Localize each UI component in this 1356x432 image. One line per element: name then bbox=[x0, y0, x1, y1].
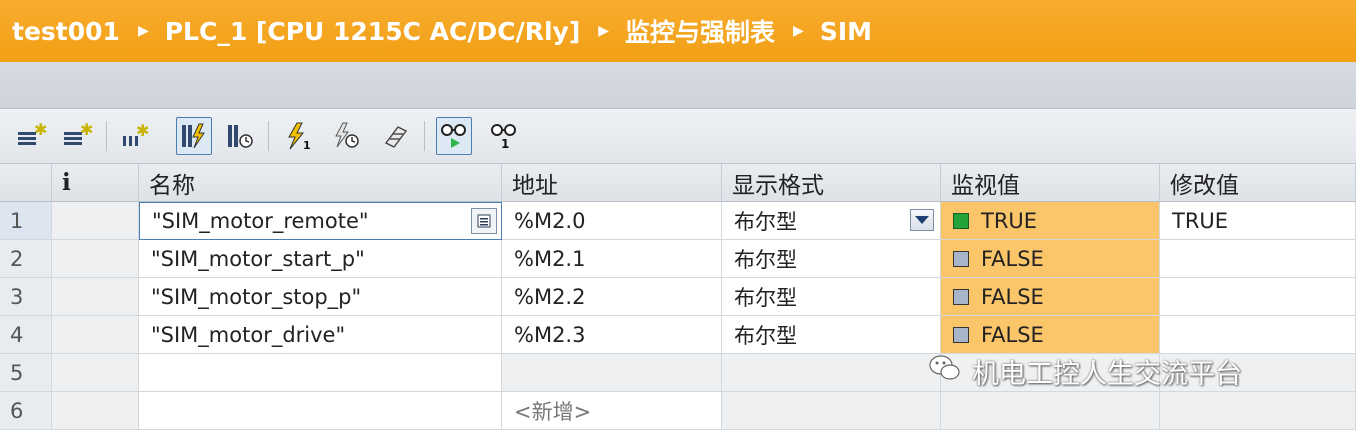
force-icon[interactable]: 1 bbox=[280, 117, 316, 155]
row-info-cell bbox=[52, 202, 139, 240]
name-cell[interactable]: "SIM_motor_stop_p" bbox=[139, 278, 502, 316]
address-cell[interactable]: %M2.0 bbox=[502, 202, 722, 240]
show-all-force-icon[interactable] bbox=[378, 117, 414, 155]
name-cell[interactable]: "SIM_motor_drive" bbox=[139, 316, 502, 354]
name-value: "SIM_motor_remote" bbox=[152, 209, 369, 233]
display-format-cell[interactable] bbox=[722, 354, 941, 392]
row-number[interactable]: 2 bbox=[0, 240, 52, 278]
true-indicator-icon bbox=[953, 212, 969, 229]
row-number[interactable]: 5 bbox=[0, 354, 52, 392]
header-address[interactable]: 地址 bbox=[502, 164, 722, 202]
breadcrumb-separator: ▶ bbox=[598, 23, 610, 39]
insert-row-icon[interactable]: ✱ bbox=[14, 117, 50, 155]
breadcrumb: test001 ▶ PLC_1 [CPU 1215C AC/DC/Rly] ▶ … bbox=[0, 0, 1356, 62]
modify-now-icon[interactable] bbox=[176, 117, 212, 155]
monitor-value-cell: TRUE bbox=[941, 202, 1160, 240]
row-info-cell bbox=[52, 278, 139, 316]
toolbar-divider bbox=[268, 121, 269, 151]
add-new-row[interactable]: <新增> bbox=[502, 392, 722, 430]
address-cell[interactable]: %M2.3 bbox=[502, 316, 722, 354]
row-number[interactable]: 3 bbox=[0, 278, 52, 316]
monitor-value: FALSE bbox=[981, 284, 1044, 309]
modify-value-cell[interactable]: TRUE bbox=[1160, 202, 1356, 240]
breadcrumb-separator: ▶ bbox=[793, 23, 804, 39]
editor-header-bar bbox=[0, 62, 1356, 109]
modify-trigger-icon[interactable] bbox=[222, 117, 258, 155]
force-trigger-icon[interactable] bbox=[328, 117, 364, 155]
row-info-cell bbox=[52, 354, 139, 392]
monitor-value-cell bbox=[941, 392, 1160, 430]
display-format-select[interactable]: 布尔型 bbox=[722, 202, 941, 240]
chevron-down-icon[interactable] bbox=[910, 209, 934, 231]
display-format-cell[interactable]: 布尔型 bbox=[722, 240, 941, 278]
breadcrumb-plc[interactable]: PLC_1 [CPU 1215C AC/DC/Rly] bbox=[165, 17, 581, 46]
name-field[interactable]: "SIM_motor_remote" bbox=[139, 202, 502, 240]
name-cell[interactable]: "SIM_motor_start_p" bbox=[139, 240, 502, 278]
header-rownum bbox=[0, 164, 52, 202]
name-cell[interactable] bbox=[139, 392, 502, 430]
display-format-cell[interactable]: 布尔型 bbox=[722, 316, 941, 354]
header-monitor-value[interactable]: 监视值 bbox=[941, 164, 1160, 202]
row-info-cell bbox=[52, 240, 139, 278]
row-info-cell bbox=[52, 392, 139, 430]
row-number[interactable]: 4 bbox=[0, 316, 52, 354]
name-cell[interactable] bbox=[139, 354, 502, 392]
breadcrumb-project[interactable]: test001 bbox=[0, 17, 120, 46]
display-format-value: 布尔型 bbox=[734, 209, 797, 234]
monitor-once-icon[interactable]: 1 bbox=[486, 117, 522, 155]
modify-value-cell[interactable] bbox=[1160, 278, 1356, 316]
svg-text:1: 1 bbox=[501, 137, 509, 151]
header-modify-value[interactable]: 修改值 bbox=[1160, 164, 1356, 202]
watermark-text: 机电工控人生交流平台 bbox=[972, 359, 1242, 390]
false-indicator-icon bbox=[953, 326, 969, 343]
toolbar-divider bbox=[424, 121, 425, 151]
watch-table-toolbar: ✱ ✱ ✱ 1 1 bbox=[0, 109, 1356, 164]
header-display-format[interactable]: 显示格式 bbox=[722, 164, 941, 202]
svg-text:✱: ✱ bbox=[136, 122, 149, 140]
monitor-value-cell: FALSE bbox=[941, 278, 1160, 316]
monitor-value: FALSE bbox=[981, 322, 1044, 347]
svg-text:✱: ✱ bbox=[80, 122, 93, 139]
row-number[interactable]: 6 bbox=[0, 392, 52, 430]
multi-insert-icon[interactable]: ✱ bbox=[118, 117, 154, 155]
modify-value-cell[interactable] bbox=[1160, 316, 1356, 354]
monitor-value-cell: FALSE bbox=[941, 240, 1160, 278]
row-number[interactable]: 1 bbox=[0, 202, 52, 240]
svg-text:✱: ✱ bbox=[34, 122, 47, 139]
address-cell[interactable]: %M2.1 bbox=[502, 240, 722, 278]
modify-value-cell[interactable] bbox=[1160, 240, 1356, 278]
monitor-value-cell: FALSE bbox=[941, 316, 1160, 354]
false-indicator-icon bbox=[953, 288, 969, 305]
monitor-all-icon[interactable] bbox=[436, 117, 472, 155]
tag-browse-icon[interactable] bbox=[471, 208, 497, 234]
address-cell[interactable] bbox=[502, 354, 722, 392]
row-info-cell bbox=[52, 316, 139, 354]
monitor-value: FALSE bbox=[981, 246, 1044, 271]
svg-text:1: 1 bbox=[303, 139, 311, 151]
monitor-value: TRUE bbox=[981, 208, 1038, 233]
display-format-cell[interactable] bbox=[722, 392, 941, 430]
wechat-icon bbox=[928, 353, 962, 390]
add-row-icon[interactable]: ✱ bbox=[60, 117, 96, 155]
toolbar-divider bbox=[106, 121, 107, 151]
modify-value-cell[interactable] bbox=[1160, 392, 1356, 430]
false-indicator-icon bbox=[953, 250, 969, 267]
address-cell[interactable]: %M2.2 bbox=[502, 278, 722, 316]
header-info[interactable]: i bbox=[52, 164, 139, 202]
breadcrumb-separator: ▶ bbox=[137, 23, 149, 39]
header-name[interactable]: 名称 bbox=[139, 164, 502, 202]
breadcrumb-watch-tables[interactable]: 监控与强制表 bbox=[625, 13, 775, 49]
watermark: 机电工控人生交流平台 bbox=[928, 352, 1242, 391]
breadcrumb-table[interactable]: SIM bbox=[820, 17, 872, 46]
display-format-cell[interactable]: 布尔型 bbox=[722, 278, 941, 316]
